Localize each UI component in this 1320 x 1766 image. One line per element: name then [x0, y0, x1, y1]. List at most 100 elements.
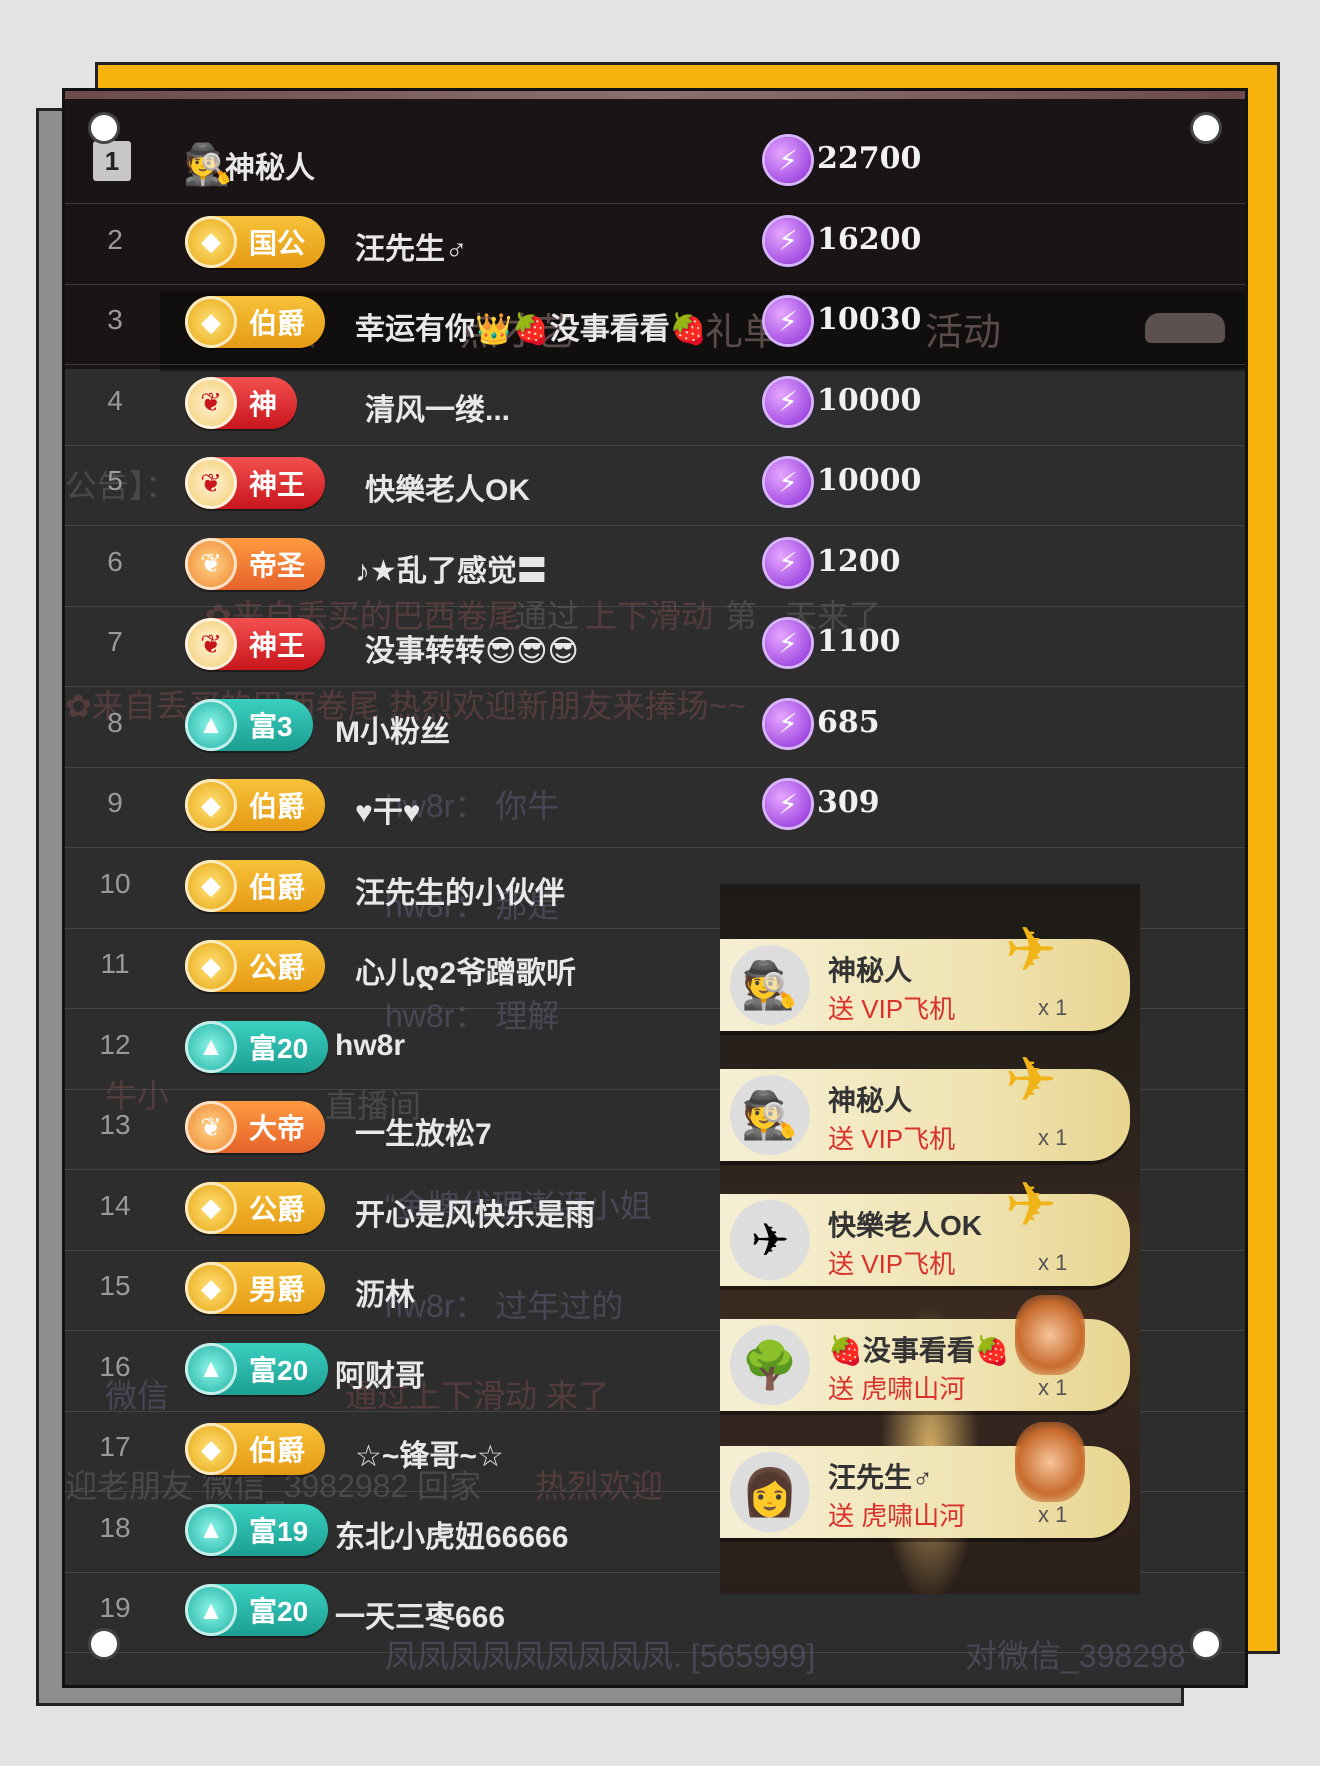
leaderboard-row[interactable]: 8 ▲ 富3 M小粉丝 ⚡ 685 [65, 687, 1245, 768]
leaderboard-row[interactable]: 1 🕵 神秘人 ⚡ 22700 [65, 123, 1245, 204]
gift-notification[interactable]: 🕵 神秘人送 VIP飞机 ✈ x 1 [720, 916, 1130, 1031]
badge-emblem-icon: ◆ [185, 296, 237, 348]
rank-badge: ◆ 男爵 [185, 1262, 326, 1314]
contribution-score: 685 [817, 704, 880, 740]
user-name[interactable]: 快樂老人OK [365, 465, 530, 509]
leaderboard-row[interactable]: 2 ◆ 国公 汪先生♂ ⚡ 16200 [65, 204, 1245, 285]
rank-number: 14 [99, 1189, 131, 1221]
badge-label: 帝圣 [249, 549, 306, 581]
rank-number: 7 [107, 626, 123, 657]
gift-count: x 1 [1038, 1502, 1068, 1527]
rank-number: 4 [107, 384, 123, 416]
tiger-icon [1015, 1295, 1085, 1375]
lightning-gem-icon: ⚡ [765, 137, 811, 183]
corner-pin [88, 112, 120, 144]
rank-badge: ◆ 伯爵 [185, 296, 326, 348]
avatar[interactable]: 👩 [730, 1452, 810, 1532]
sender-name: 神秘人 [828, 1085, 913, 1116]
leaderboard-row[interactable]: 3 ◆ 伯爵 幸运有你👑🍓没事看看🍓 ⚡ 10030 [65, 284, 1245, 365]
avatar[interactable]: ✈ [730, 1200, 810, 1280]
rank-number: 9 [107, 787, 123, 818]
user-name[interactable]: 没事转转😎😎😎 [365, 626, 579, 670]
rank-number: 1 [93, 141, 131, 181]
rank-number: 12 [99, 1028, 131, 1060]
user-name[interactable]: 沥林 [355, 1270, 415, 1314]
airplane-icon: ✈ [1005, 1171, 1057, 1240]
rank-number: 2 [107, 223, 123, 255]
rank-badge: ▲ 富19 [185, 1503, 329, 1556]
badge-label: 富3 [249, 710, 293, 742]
badge-emblem-icon: ◆ [185, 1181, 237, 1234]
corner-pin [1190, 112, 1222, 144]
rank-badge: ◆ 伯爵 [185, 859, 326, 912]
badge-emblem-icon: ◆ [185, 215, 237, 268]
rank-number: 18 [99, 1511, 131, 1543]
airplane-icon: ✈ [1005, 1046, 1057, 1115]
leaderboard-row[interactable]: 6 ❦ 帝圣 ♪★乱了感觉〓 ⚡ 1200 [65, 526, 1245, 607]
gift-count: x 1 [1038, 1125, 1068, 1150]
user-name[interactable]: 神秘人 [225, 143, 315, 187]
avatar[interactable]: 🌳 [730, 1325, 810, 1405]
rank-badge: ❦ 神 [185, 376, 298, 429]
badge-label: 神 [249, 388, 278, 420]
user-name[interactable]: 一生放松7 [355, 1109, 492, 1153]
leaderboard-row[interactable]: 5 ❦ 神王 快樂老人OK ⚡ 10000 [65, 445, 1245, 526]
contribution-score: 309 [817, 785, 880, 820]
badge-label: 富19 [249, 1515, 309, 1547]
rank-number: 11 [100, 948, 130, 979]
contribution-score: 10030 [817, 302, 922, 337]
user-name[interactable]: 汪先生♂ [355, 224, 468, 268]
badge-emblem-icon: ❦ [185, 618, 237, 670]
user-name[interactable]: 一天三枣666 [335, 1592, 505, 1636]
gift-action: 送 VIP飞机 [828, 1124, 956, 1154]
user-name[interactable]: 心儿ღ2爷蹭歌听 [355, 948, 576, 992]
badge-label: 大帝 [249, 1113, 306, 1144]
rank-number: 16 [99, 1350, 131, 1382]
user-name[interactable]: 东北小虎妞66666 [335, 1512, 568, 1556]
user-name[interactable]: 清风一缕... [365, 385, 510, 429]
lightning-gem-icon: ⚡ [765, 700, 811, 747]
gift-notification[interactable]: 🌳 🍓没事看看🍓 送 虎啸山河 x 1 [720, 1295, 1130, 1411]
sender-name: 🍓没事看看🍓 [828, 1335, 1010, 1366]
gift-notification[interactable]: ✈ 快樂老人OK 送 VIP飞机 ✈ x 1 [720, 1171, 1130, 1286]
rank-badge: ◆ 公爵 [185, 940, 326, 992]
leaderboard-row[interactable]: 7 ❦ 神王 没事转转😎😎😎 ⚡ 1100 [65, 606, 1245, 687]
leaderboard-row[interactable]: 4 ❦ 神清风一缕... ⚡ 10000 [65, 365, 1245, 446]
user-name[interactable]: 阿财哥 [335, 1351, 425, 1395]
badge-emblem-icon: ▲ [185, 1503, 237, 1556]
rank-badge: ◆ 伯爵 [185, 1423, 326, 1475]
user-name[interactable]: ♥干♥ [355, 787, 421, 831]
lightning-gem-icon: ⚡ [765, 781, 811, 827]
gift-notification[interactable]: 👩 汪先生♂ 送 虎啸山河 x 1 [720, 1422, 1130, 1538]
badge-label: 公爵 [249, 952, 306, 983]
rank-number: 10 [99, 867, 131, 899]
user-name[interactable]: hw8r [335, 1029, 405, 1063]
tiger-icon [1015, 1422, 1085, 1502]
rank-badge: ◆ 国公 [185, 215, 326, 268]
user-name[interactable]: ♪★乱了感觉〓 [355, 546, 547, 590]
badge-emblem-icon: ❦ [185, 537, 237, 590]
rank-badge: ◆ 公爵 [185, 1181, 326, 1234]
user-name[interactable]: ☆~锋哥~☆ [355, 1431, 504, 1475]
incognito-icon[interactable]: 🕵 [730, 1075, 810, 1155]
badge-emblem-icon: ❦ [185, 376, 237, 429]
user-name[interactable]: 开心是风快乐是雨 [355, 1190, 595, 1234]
lightning-gem-icon: ⚡ [765, 539, 811, 586]
rank-badge: ▲ 富20 [185, 1584, 329, 1636]
lightning-gem-icon: ⚡ [765, 298, 811, 344]
rank-badge: ❦ 神王 [185, 457, 326, 509]
gift-notification[interactable]: 🕵 神秘人送 VIP飞机 ✈ x 1 [720, 1046, 1130, 1161]
rank-number: 8 [107, 706, 123, 738]
badge-label: 伯爵 [249, 871, 306, 903]
lightning-gem-icon: ⚡ [765, 459, 811, 505]
badge-label: 神王 [249, 469, 306, 500]
incognito-icon[interactable]: 🕵 [730, 945, 810, 1025]
badge-emblem-icon: ❦ [185, 457, 237, 509]
rank-number: 5 [107, 465, 123, 496]
sender-name: 神秘人 [828, 955, 913, 986]
rank-badge: ▲ 富20 [185, 1020, 329, 1073]
user-name[interactable]: 汪先生的小伙伴 [355, 868, 565, 912]
user-name[interactable]: M小粉丝 [335, 707, 450, 751]
user-name[interactable]: 幸运有你👑🍓没事看看🍓 [355, 304, 707, 348]
leaderboard-row[interactable]: 9 ◆ 伯爵 ♥干♥ ⚡ 309 [65, 767, 1245, 848]
